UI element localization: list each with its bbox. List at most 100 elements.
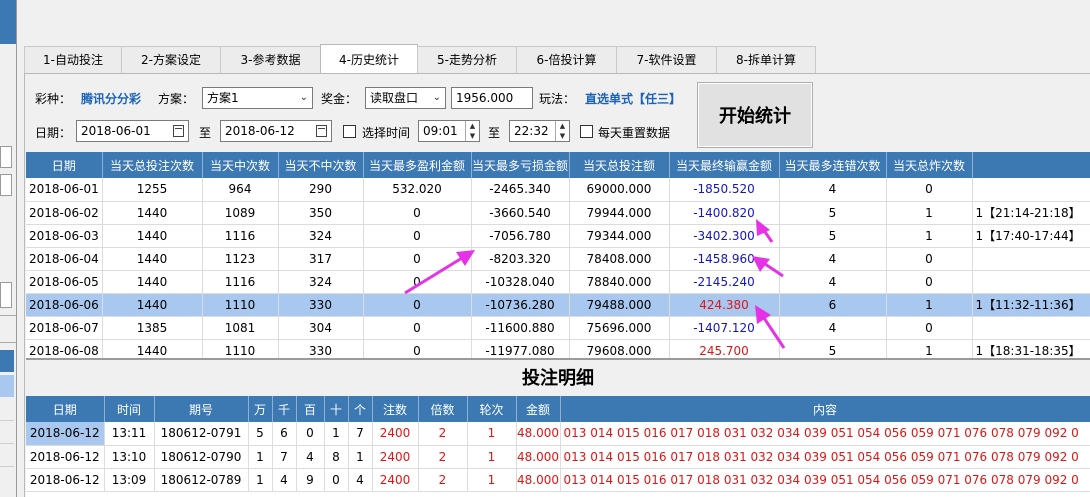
table-row[interactable]: 2018-06-12 13:10 180612-0790 1 7 4 8 1 2400 2 1 48.… bbox=[26, 445, 1090, 469]
side-input[interactable] bbox=[0, 174, 12, 196]
tab-1[interactable]: 1-自动投注 bbox=[24, 46, 122, 74]
app-window: 1-自动投注 2-方案设定 3-参考数据 4-历史统计 5-走势分析 6-倍投计算 7-软件… bbox=[0, 0, 1090, 497]
table-row[interactable]: 2018-06-06 1440 1110 330 0 -10736.280 79488.00… bbox=[26, 293, 1090, 317]
detail-cell: 48.000 bbox=[516, 468, 561, 492]
tab-6[interactable]: 6-倍投计算 bbox=[516, 46, 617, 74]
detail-cell: 2 bbox=[418, 422, 468, 446]
stats-cell: -3660.540 bbox=[471, 201, 570, 225]
detail-cell: 1 bbox=[467, 445, 517, 469]
detail-col-header[interactable]: 内容 bbox=[560, 396, 1090, 422]
bonus-input-value: 1956.000 bbox=[456, 91, 514, 105]
date-from-picker[interactable]: 2018-06-01 bbox=[76, 120, 189, 142]
table-row[interactable]: 2018-06-05 1440 1116 324 0 -10328.040 78840.00… bbox=[26, 270, 1090, 294]
side-divider bbox=[0, 342, 16, 343]
detail-col-header[interactable]: 金额 bbox=[516, 396, 561, 422]
tab-bar: 1-自动投注 2-方案设定 3-参考数据 4-历史统计 5-走势分析 6-倍投计算 7-软件… bbox=[24, 44, 816, 74]
detail-col-header[interactable]: 日期 bbox=[26, 396, 105, 422]
stats-col-header[interactable]: 当天最多亏损金额 bbox=[471, 152, 570, 178]
detail-col-header[interactable]: 百 bbox=[296, 396, 325, 422]
plan-label: 方案： bbox=[158, 92, 195, 106]
stats-col-header[interactable]: 当天总炸次数 bbox=[886, 152, 973, 178]
time-from-input[interactable]: 09:01 ▲ ▼ bbox=[418, 120, 480, 142]
table-row[interactable]: 2018-06-08 1440 1110 330 0 -11977.080 79608.00… bbox=[26, 339, 1090, 358]
table-row[interactable]: 2018-06-12 13:09 180612-0789 1 4 9 0 4 2400 2 1 48.… bbox=[26, 468, 1090, 492]
detail-col-header[interactable]: 注数 bbox=[372, 396, 419, 422]
detail-col-header[interactable]: 时间 bbox=[104, 396, 155, 422]
detail-cell: 13:10 bbox=[104, 445, 155, 469]
side-window-edge bbox=[0, 0, 16, 497]
stats-col-header[interactable] bbox=[972, 152, 1090, 178]
detail-cell: 8 bbox=[324, 445, 349, 469]
start-stats-button[interactable]: 开始统计 bbox=[697, 82, 813, 148]
stats-cell: 79488.000 bbox=[569, 293, 670, 317]
stats-col-header[interactable]: 当天总投注额 bbox=[569, 152, 670, 178]
tab-5[interactable]: 5-走势分析 bbox=[417, 46, 517, 74]
table-row[interactable]: 2018-06-02 1440 1089 350 0 -3660.540 79944.000… bbox=[26, 201, 1090, 225]
tab-3[interactable]: 3-参考数据 bbox=[220, 46, 321, 74]
select-time-checkbox[interactable] bbox=[343, 125, 356, 138]
detail-cell: 180612-0791 bbox=[154, 422, 249, 446]
spin-down-icon[interactable]: ▼ bbox=[466, 131, 479, 141]
stats-cell: 2018-06-05 bbox=[26, 270, 103, 294]
table-row[interactable]: 2018-06-03 1440 1116 324 0 -7056.780 79344.000… bbox=[26, 224, 1090, 248]
stats-col-header[interactable]: 当天最多连错次数 bbox=[779, 152, 887, 178]
side-grid-selected-row[interactable] bbox=[0, 375, 14, 397]
detail-col-header[interactable]: 期号 bbox=[154, 396, 249, 422]
stats-cell: 1 bbox=[886, 224, 973, 248]
stats-cell: -3402.300 bbox=[669, 224, 780, 248]
detail-col-header[interactable]: 千 bbox=[272, 396, 297, 422]
tab-7[interactable]: 7-软件设置 bbox=[616, 46, 717, 74]
stats-cell: 0 bbox=[363, 293, 472, 317]
spin-up-icon[interactable]: ▲ bbox=[556, 121, 569, 131]
plan-select[interactable]: 方案1 ⌄ bbox=[202, 87, 313, 109]
calendar-icon[interactable] bbox=[173, 125, 184, 137]
detail-col-header[interactable]: 万 bbox=[248, 396, 273, 422]
stats-col-header[interactable]: 日期 bbox=[26, 152, 103, 178]
stats-cell bbox=[972, 178, 1090, 202]
detail-cell: 2 bbox=[418, 468, 468, 492]
side-header bbox=[0, 0, 16, 44]
stats-col-header[interactable]: 当天不中次数 bbox=[278, 152, 364, 178]
time-to-spinner[interactable]: ▲ ▼ bbox=[555, 121, 569, 141]
stats-cell: 964 bbox=[202, 178, 279, 202]
detail-col-header[interactable]: 轮次 bbox=[467, 396, 517, 422]
tab-4[interactable]: 4-历史统计 bbox=[320, 44, 418, 74]
stats-col-header[interactable]: 当天最终输赢金额 bbox=[669, 152, 780, 178]
stats-cell bbox=[972, 270, 1090, 294]
calendar-icon[interactable] bbox=[316, 125, 327, 137]
spin-up-icon[interactable]: ▲ bbox=[466, 121, 479, 131]
date-to-picker[interactable]: 2018-06-12 bbox=[220, 120, 332, 142]
stats-cell: 1385 bbox=[102, 316, 203, 340]
detail-cell: 1 bbox=[467, 468, 517, 492]
stats-col-header[interactable]: 当天中次数 bbox=[202, 152, 279, 178]
date-to-separator: 至 bbox=[199, 126, 212, 140]
daily-reset-checkbox[interactable] bbox=[580, 125, 593, 138]
bonus-input[interactable]: 1956.000 bbox=[451, 87, 533, 109]
stats-col-header[interactable]: 当天总投注次数 bbox=[102, 152, 203, 178]
stats-cell: 2018-06-04 bbox=[26, 247, 103, 271]
side-button[interactable] bbox=[0, 282, 12, 308]
detail-col-header[interactable]: 倍数 bbox=[418, 396, 468, 422]
tab-2[interactable]: 2-方案设定 bbox=[121, 46, 221, 74]
stats-cell: 245.700 bbox=[669, 339, 780, 358]
tab-8[interactable]: 8-拆单计算 bbox=[716, 46, 816, 74]
table-row[interactable]: 2018-06-12 13:11 180612-0791 5 6 0 1 7 2400 2 1 48.… bbox=[26, 422, 1090, 446]
time-to-input[interactable]: 22:32 ▲ ▼ bbox=[509, 120, 570, 142]
stats-col-header[interactable]: 当天最多盈利金额 bbox=[363, 152, 472, 178]
bonus-select[interactable]: 读取盘口 ⌄ bbox=[365, 87, 446, 109]
table-row[interactable]: 2018-06-07 1385 1081 304 0 -11600.880 75696.00… bbox=[26, 316, 1090, 340]
spin-down-icon[interactable]: ▼ bbox=[556, 131, 569, 141]
detail-cell: 2400 bbox=[372, 468, 419, 492]
stats-cell: -10736.280 bbox=[471, 293, 570, 317]
time-to-value: 22:32 bbox=[514, 124, 549, 138]
stats-cell: 4 bbox=[779, 270, 887, 294]
detail-col-header[interactable]: 个 bbox=[348, 396, 373, 422]
table-row[interactable]: 2018-06-04 1440 1123 317 0 -8203.320 78408.000… bbox=[26, 247, 1090, 271]
stats-cell: 2018-06-01 bbox=[26, 178, 103, 202]
stats-cell: 532.020 bbox=[363, 178, 472, 202]
detail-cell: 5 bbox=[248, 422, 273, 446]
table-row[interactable]: 2018-06-01 1255 964 290 532.020 -2465.340 6900… bbox=[26, 178, 1090, 202]
side-input[interactable] bbox=[0, 146, 12, 168]
time-from-spinner[interactable]: ▲ ▼ bbox=[465, 121, 479, 141]
detail-col-header[interactable]: 十 bbox=[324, 396, 349, 422]
